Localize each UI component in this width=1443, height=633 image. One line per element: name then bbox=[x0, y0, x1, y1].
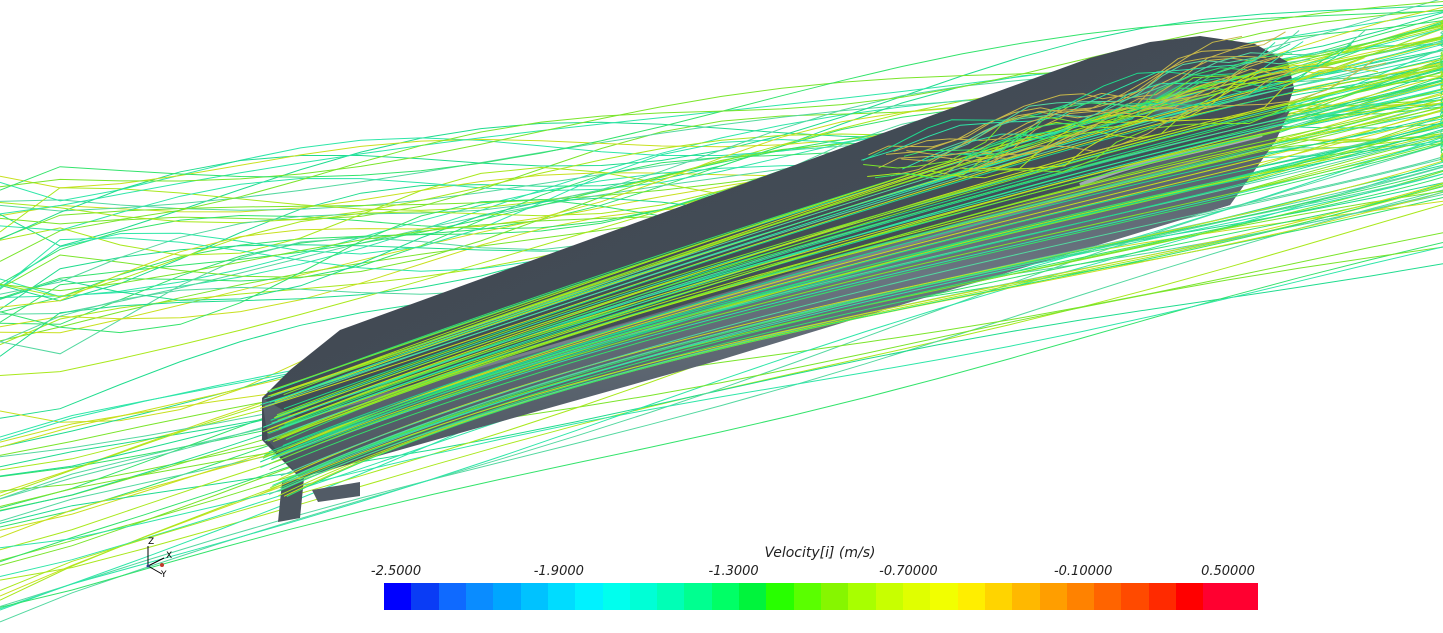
colorbar-segment bbox=[575, 583, 603, 610]
colorbar-segment bbox=[766, 583, 794, 610]
colorbar-segment bbox=[411, 583, 439, 610]
axis-triad: Z X Y bbox=[136, 536, 186, 588]
colorbar-segment bbox=[684, 583, 712, 610]
colorbar-tick-label: -1.3000 bbox=[708, 564, 759, 579]
colorbar-segment bbox=[739, 583, 767, 610]
colorbar-tick-label: -2.5000 bbox=[370, 564, 422, 579]
axis-triad-icon bbox=[146, 546, 165, 575]
colorbar-segment bbox=[1012, 583, 1040, 610]
colorbar-title: Velocity[i] (m/s) bbox=[764, 545, 876, 561]
colorbar-segment bbox=[902, 583, 931, 610]
colorbar-tick-label: -0.70000 bbox=[879, 564, 938, 579]
y-axis-label: Y bbox=[161, 570, 167, 580]
colorbar-segment bbox=[520, 583, 548, 610]
colorbar-segment bbox=[1230, 583, 1258, 610]
colorbar-segment bbox=[984, 583, 1013, 610]
colorbar-segment bbox=[657, 583, 685, 610]
colorbar-tick-label: -0.10000 bbox=[1053, 564, 1113, 579]
colorbar-segment bbox=[1176, 583, 1204, 610]
colorbar-segment bbox=[848, 583, 876, 610]
colorbar-segment bbox=[793, 583, 821, 610]
colorbar-segment bbox=[1039, 583, 1067, 610]
colorbar-segment bbox=[384, 583, 412, 610]
colorbar-segment bbox=[1148, 583, 1177, 610]
colorbar-segment bbox=[465, 583, 494, 610]
colorbar-tick-label: -1.9000 bbox=[533, 564, 584, 579]
colorbar-segment bbox=[1066, 583, 1095, 610]
colorbar-segment bbox=[493, 583, 521, 610]
z-axis-label: Z bbox=[148, 537, 155, 547]
colorbar bbox=[384, 583, 1258, 610]
colorbar-segment bbox=[957, 583, 985, 610]
colorbar-segment bbox=[629, 583, 658, 610]
colorbar-segment bbox=[930, 583, 958, 610]
colorbar-segment bbox=[438, 583, 466, 610]
colorbar-segment bbox=[875, 583, 903, 610]
colorbar-segment bbox=[711, 583, 740, 610]
cfd-scene[interactable] bbox=[0, 0, 1443, 633]
colorbar-segment bbox=[602, 583, 630, 610]
colorbar-tick-label: 0.50000 bbox=[1201, 564, 1255, 579]
colorbar-segment bbox=[1203, 583, 1231, 610]
colorbar-segment bbox=[1121, 583, 1149, 610]
colorbar-segment bbox=[1094, 583, 1122, 610]
render-viewport[interactable]: Z X Y Velocity[i] (m/s) -2.5000 -1.9000 -1… bbox=[0, 0, 1443, 633]
colorbar-segment bbox=[547, 583, 576, 610]
colorbar-segment bbox=[821, 583, 849, 610]
x-axis-label: X bbox=[166, 551, 173, 561]
